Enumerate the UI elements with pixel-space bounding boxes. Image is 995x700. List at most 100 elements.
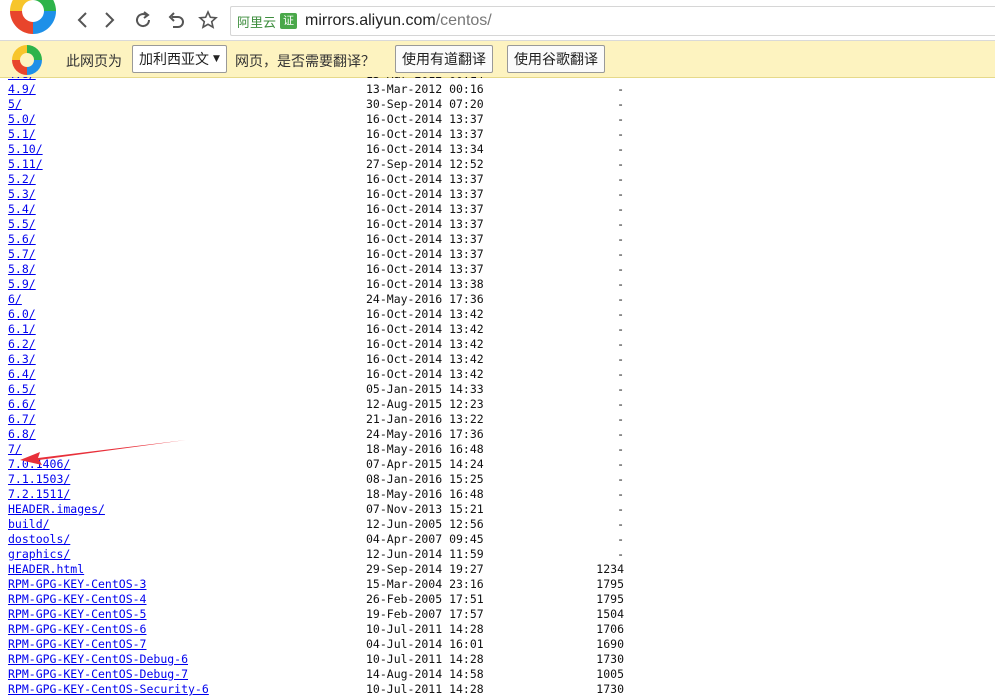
entry-date: 16-Oct-2014 13:37: [366, 262, 484, 276]
entry-link[interactable]: 5.11/: [8, 157, 43, 172]
entry-link[interactable]: 6.0/: [8, 307, 36, 322]
entry-size: 1730: [596, 682, 624, 696]
language-value: 加利西亚文: [139, 52, 209, 68]
entry-link[interactable]: 5.5/: [8, 217, 36, 232]
star-icon[interactable]: [196, 8, 220, 32]
entry-date: 16-Oct-2014 13:42: [366, 322, 484, 336]
translate-bar: 此网页为 加利西亚文 ▼ 网页，是否需要翻译？ 使用有道翻译 使用谷歌翻译: [0, 41, 995, 78]
entry-date: 14-Aug-2014 14:58: [366, 667, 484, 681]
undo-icon[interactable]: [164, 8, 188, 32]
entry-link[interactable]: 6.1/: [8, 322, 36, 337]
entry-date: 19-Feb-2007 17:57: [366, 607, 484, 621]
entry-link[interactable]: 5.10/: [8, 142, 43, 157]
entry-link[interactable]: 7/: [8, 442, 22, 457]
entry-link[interactable]: 5.7/: [8, 247, 36, 262]
entry-link[interactable]: 5.3/: [8, 187, 36, 202]
entry-link[interactable]: dostools/: [8, 532, 70, 547]
entry-date: 16-Oct-2014 13:37: [366, 172, 484, 186]
google-translate-button[interactable]: 使用谷歌翻译: [507, 45, 605, 73]
entry-size: -: [617, 427, 624, 441]
url-path: /centos/: [435, 12, 492, 29]
entry-link[interactable]: 7.0.1406/: [8, 457, 70, 472]
language-select[interactable]: 加利西亚文 ▼: [132, 45, 227, 73]
entry-date: 16-Oct-2014 13:37: [366, 187, 484, 201]
reload-icon[interactable]: [131, 8, 155, 32]
entry-size: -: [617, 232, 624, 246]
directory-listing: 4.8/13-Mar-2012 00:14-4.9/13-Mar-2012 00…: [8, 77, 988, 700]
entry-size: -: [617, 202, 624, 216]
entry-size: -: [617, 142, 624, 156]
entry-link[interactable]: 6.3/: [8, 352, 36, 367]
entry-link[interactable]: HEADER.html: [8, 562, 84, 577]
url-text[interactable]: mirrors.aliyun.com/centos/: [305, 12, 492, 30]
forward-icon[interactable]: [98, 8, 122, 32]
entry-link[interactable]: 6.8/: [8, 427, 36, 442]
entry-link[interactable]: 6/: [8, 292, 22, 307]
entry-size: -: [617, 352, 624, 366]
entry-link[interactable]: 5.6/: [8, 232, 36, 247]
entry-size: -: [617, 322, 624, 336]
entry-link[interactable]: RPM-GPG-KEY-CentOS-4: [8, 592, 146, 607]
address-bar[interactable]: 阿里云 证 mirrors.aliyun.com/centos/: [230, 6, 995, 36]
browser-logo-icon[interactable]: [10, 0, 56, 34]
entry-link[interactable]: 5.8/: [8, 262, 36, 277]
entry-size: -: [617, 517, 624, 531]
entry-size: -: [617, 412, 624, 426]
entry-link[interactable]: 6.7/: [8, 412, 36, 427]
entry-size: -: [617, 397, 624, 411]
entry-link[interactable]: 7.1.1503/: [8, 472, 70, 487]
translate-prefix: 此网页为: [66, 54, 122, 70]
entry-link[interactable]: graphics/: [8, 547, 70, 562]
entry-size: -: [617, 382, 624, 396]
entry-size: -: [617, 337, 624, 351]
translate-question: 网页，是否需要翻译？: [235, 54, 375, 70]
entry-date: 16-Oct-2014 13:42: [366, 352, 484, 366]
entry-date: 10-Jul-2011 14:28: [366, 622, 484, 636]
entry-date: 15-Mar-2004 23:16: [366, 577, 484, 591]
entry-link[interactable]: 6.5/: [8, 382, 36, 397]
entry-size: -: [617, 487, 624, 501]
entry-link[interactable]: HEADER.images/: [8, 502, 105, 517]
entry-date: 04-Jul-2014 16:01: [366, 637, 484, 651]
entry-link[interactable]: RPM-GPG-KEY-CentOS-Debug-6: [8, 652, 188, 667]
entry-size: 1690: [596, 637, 624, 651]
entry-date: 16-Oct-2014 13:37: [366, 232, 484, 246]
entry-link[interactable]: 6.4/: [8, 367, 36, 382]
youdao-translate-button[interactable]: 使用有道翻译: [395, 45, 493, 73]
caret-down-icon: ▼: [213, 54, 220, 64]
entry-link[interactable]: RPM-GPG-KEY-CentOS-Debug-7: [8, 667, 188, 682]
entry-link[interactable]: build/: [8, 517, 50, 532]
entry-date: 30-Sep-2014 07:20: [366, 97, 484, 111]
entry-link[interactable]: 5.0/: [8, 112, 36, 127]
entry-date: 12-Jun-2014 11:59: [366, 547, 484, 561]
entry-size: -: [617, 187, 624, 201]
entry-size: 1504: [596, 607, 624, 621]
entry-link[interactable]: 5.1/: [8, 127, 36, 142]
entry-link[interactable]: RPM-GPG-KEY-CentOS-5: [8, 607, 146, 622]
certificate-badge[interactable]: 证: [280, 13, 298, 29]
entry-size: 1005: [596, 667, 624, 681]
back-icon[interactable]: [70, 8, 94, 32]
entry-date: 16-Oct-2014 13:34: [366, 142, 484, 156]
entry-link[interactable]: 5.4/: [8, 202, 36, 217]
entry-date: 18-May-2016 16:48: [366, 442, 484, 456]
entry-link[interactable]: 6.2/: [8, 337, 36, 352]
entry-date: 16-Oct-2014 13:37: [366, 202, 484, 216]
entry-link[interactable]: 5.9/: [8, 277, 36, 292]
entry-link[interactable]: 4.9/: [8, 82, 36, 97]
entry-link[interactable]: RPM-GPG-KEY-CentOS-7: [8, 637, 146, 652]
entry-link[interactable]: RPM-GPG-KEY-CentOS-Security-6: [8, 682, 209, 697]
entry-link[interactable]: 6.6/: [8, 397, 36, 412]
entry-date: 18-May-2016 16:48: [366, 487, 484, 501]
entry-date: 12-Aug-2015 12:23: [366, 397, 484, 411]
entry-size: -: [617, 82, 624, 96]
entry-link[interactable]: 5.2/: [8, 172, 36, 187]
entry-link[interactable]: 5/: [8, 97, 22, 112]
entry-size: -: [617, 547, 624, 561]
entry-size: 1730: [596, 652, 624, 666]
entry-date: 27-Sep-2014 12:52: [366, 157, 484, 171]
entry-link[interactable]: RPM-GPG-KEY-CentOS-6: [8, 622, 146, 637]
entry-link[interactable]: RPM-GPG-KEY-CentOS-3: [8, 577, 146, 592]
entry-size: -: [617, 157, 624, 171]
entry-link[interactable]: 7.2.1511/: [8, 487, 70, 502]
